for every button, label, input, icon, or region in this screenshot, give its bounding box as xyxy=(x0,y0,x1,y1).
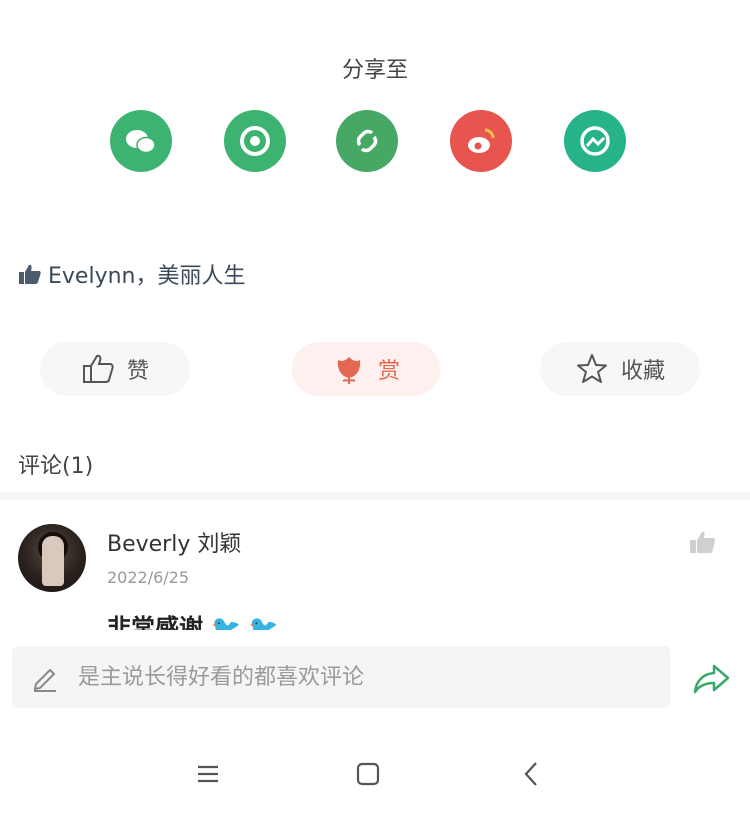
likes-names: Evelynn，美丽人生 xyxy=(48,264,246,289)
thumbs-up-icon xyxy=(19,264,41,284)
share-targets xyxy=(0,110,750,174)
flower-icon xyxy=(337,357,361,384)
weibo-icon xyxy=(468,128,495,153)
link-icon xyxy=(356,129,378,153)
system-nav-bar xyxy=(0,740,750,810)
comment-date: 2022/6/25 xyxy=(107,568,190,587)
comment-item: Beverly 刘颖 2022/6/25 非常感谢 🐦 🐦 xyxy=(0,520,750,630)
divider xyxy=(0,492,750,500)
qzone-icon xyxy=(580,126,610,156)
comment-input[interactable] xyxy=(76,663,640,691)
share-qzone-button[interactable] xyxy=(564,110,626,172)
back-icon[interactable] xyxy=(516,758,548,790)
likes-summary: Evelynn，美丽人生 xyxy=(18,258,245,290)
bird-emoji-icon: 🐦 🐦 xyxy=(211,614,279,630)
comment-author[interactable]: Beverly 刘颖 xyxy=(107,526,241,558)
share-link-button[interactable] xyxy=(336,110,398,172)
favorite-button-label: 收藏 xyxy=(620,359,665,384)
share-title: 分享至 xyxy=(341,58,408,83)
comment-input-bar xyxy=(12,646,670,708)
share-weibo-button[interactable] xyxy=(450,110,512,172)
favorite-button[interactable]: 收藏 xyxy=(540,342,700,396)
star-outline-icon xyxy=(576,354,607,383)
home-square-icon[interactable] xyxy=(352,758,384,790)
pencil-icon xyxy=(33,668,56,692)
menu-icon[interactable] xyxy=(192,758,224,790)
like-button[interactable]: 赞 xyxy=(40,342,190,396)
moments-icon xyxy=(240,126,270,156)
thumbs-up-outline-icon xyxy=(82,354,114,383)
reward-button-label: 赏 xyxy=(377,359,400,384)
wechat-icon xyxy=(126,130,156,154)
comment-text: 非常感谢 🐦 🐦 xyxy=(107,608,279,630)
avatar[interactable] xyxy=(18,524,86,592)
comment-text-body: 非常感谢 xyxy=(107,614,203,630)
share-arrow-icon[interactable] xyxy=(692,662,732,694)
comments-title: 评论(1) xyxy=(18,454,94,479)
reward-button[interactable]: 赏 xyxy=(292,342,440,396)
share-wechat-button[interactable] xyxy=(110,110,172,172)
share-moments-button[interactable] xyxy=(224,110,286,172)
like-button-label: 赞 xyxy=(126,359,149,384)
comment-like-icon[interactable] xyxy=(688,528,718,556)
